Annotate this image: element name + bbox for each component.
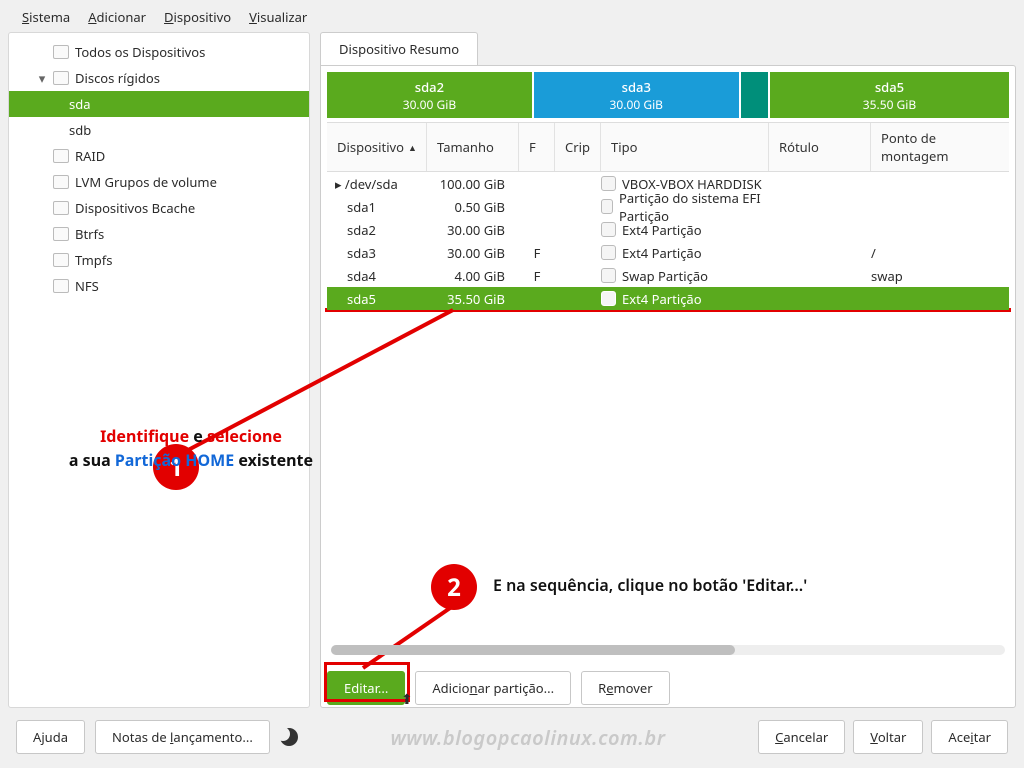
tree-nfs[interactable]: NFS	[9, 273, 309, 299]
disk-icon	[53, 71, 69, 85]
tree-disk-sdb[interactable]: sdb	[9, 117, 309, 143]
col-mount[interactable]: Ponto de montagem	[871, 123, 1009, 171]
horizontal-scrollbar[interactable]	[331, 645, 1005, 655]
partition-bar: sda230.00 GiB sda330.00 GiB sda535.50 Gi…	[327, 72, 1009, 118]
tree-btrfs[interactable]: Btrfs	[9, 221, 309, 247]
partition-icon	[601, 268, 616, 283]
device-tree: Todos os Dispositivos ▾Discos rígidos sd…	[8, 32, 310, 708]
col-device[interactable]: Dispositivo▲	[327, 123, 427, 171]
partbar-sda2[interactable]: sda230.00 GiB	[327, 72, 532, 118]
col-type[interactable]: Tipo	[601, 123, 769, 171]
chevron-down-icon[interactable]: ▾	[37, 69, 47, 87]
table-header: Dispositivo▲ Tamanho F Crip Tipo Rótulo …	[327, 122, 1009, 172]
table-row[interactable]: sda330.00 GiBFExt4 Partição/	[327, 241, 1009, 264]
annotation-text-2: E na sequência, clique no botão 'Editar.…	[493, 574, 807, 596]
partition-rows: ▸ /dev/sda100.00 GiBVBOX-VBOX HARDDISK s…	[327, 172, 1009, 310]
tmpfs-icon	[53, 253, 69, 267]
col-crip[interactable]: Crip	[555, 123, 601, 171]
sort-asc-icon: ▲	[408, 141, 417, 154]
partition-icon	[601, 222, 616, 237]
annotation-highlight-row	[325, 308, 1011, 312]
partbar-sda3[interactable]: sda330.00 GiB	[534, 72, 739, 118]
scrollbar-thumb[interactable]	[331, 645, 735, 655]
partition-panel: sda230.00 GiB sda330.00 GiB sda535.50 Gi…	[320, 65, 1016, 708]
lvm-icon	[53, 175, 69, 189]
menu-sistema[interactable]: SSistemaistema	[22, 8, 70, 26]
partition-icon	[601, 245, 616, 260]
bcache-icon	[53, 201, 69, 215]
partition-icon	[601, 199, 613, 214]
menu-adicionar[interactable]: Adicionar	[88, 8, 146, 26]
menu-visualizar[interactable]: Visualizar	[249, 8, 307, 26]
col-f[interactable]: F	[519, 123, 555, 171]
tab-device-summary[interactable]: Dispositivo Resumo	[320, 32, 478, 65]
btrfs-icon	[53, 227, 69, 241]
tree-all-devices[interactable]: Todos os Dispositivos	[9, 39, 309, 65]
menu-dispositivo[interactable]: Dispositivo	[164, 8, 231, 26]
cursor-icon: ⬆	[401, 690, 413, 709]
raid-icon	[53, 149, 69, 163]
footer: Ajuda Notas de lançamento... www.blogopc…	[0, 708, 1024, 768]
dark-mode-icon[interactable]	[280, 728, 298, 746]
watermark: www.blogopcaolinux.com.br	[308, 724, 748, 751]
menubar: SSistemaistema Adicionar Dispositivo Vis…	[0, 0, 1024, 32]
annotations: 1 Identifique e selecione a sua Partição…	[321, 314, 1015, 639]
nfs-icon	[53, 279, 69, 293]
partition-icon	[601, 291, 616, 306]
partbar-gap	[741, 72, 768, 118]
accept-button[interactable]: Aceitar	[931, 720, 1008, 754]
tree-hard-disks[interactable]: ▾Discos rígidos	[9, 65, 309, 91]
remove-button[interactable]: Remover	[581, 671, 670, 705]
help-button[interactable]: Ajuda	[16, 720, 85, 754]
edit-button[interactable]: Editar...	[327, 671, 405, 705]
table-row[interactable]: sda44.00 GiBFSwap Partiçãoswap	[327, 264, 1009, 287]
back-button[interactable]: Voltar	[853, 720, 923, 754]
partbar-sda5[interactable]: sda535.50 GiB	[770, 72, 1009, 118]
tree-bcache[interactable]: Dispositivos Bcache	[9, 195, 309, 221]
table-row-selected[interactable]: sda535.50 GiBExt4 Partição	[327, 287, 1009, 310]
add-partition-button[interactable]: Adicionar partição...	[415, 671, 571, 705]
tree-lvm[interactable]: LVM Grupos de volume	[9, 169, 309, 195]
cancel-button[interactable]: Cancelar	[758, 720, 845, 754]
release-notes-button[interactable]: Notas de lançamento...	[95, 720, 270, 754]
tree-disk-sda[interactable]: sda	[9, 91, 309, 117]
tree-tmpfs[interactable]: Tmpfs	[9, 247, 309, 273]
col-label[interactable]: Rótulo	[769, 123, 871, 171]
annotation-text-1: Identifique e selecione a sua Partição H…	[51, 424, 331, 472]
devices-icon	[53, 45, 69, 59]
annotation-step-2: 2	[431, 564, 477, 610]
tree-raid[interactable]: RAID	[9, 143, 309, 169]
table-row[interactable]: sda230.00 GiBExt4 Partição	[327, 218, 1009, 241]
col-size[interactable]: Tamanho	[427, 123, 519, 171]
table-row[interactable]: sda10.50 GiBPartição do sistema EFI Part…	[327, 195, 1009, 218]
